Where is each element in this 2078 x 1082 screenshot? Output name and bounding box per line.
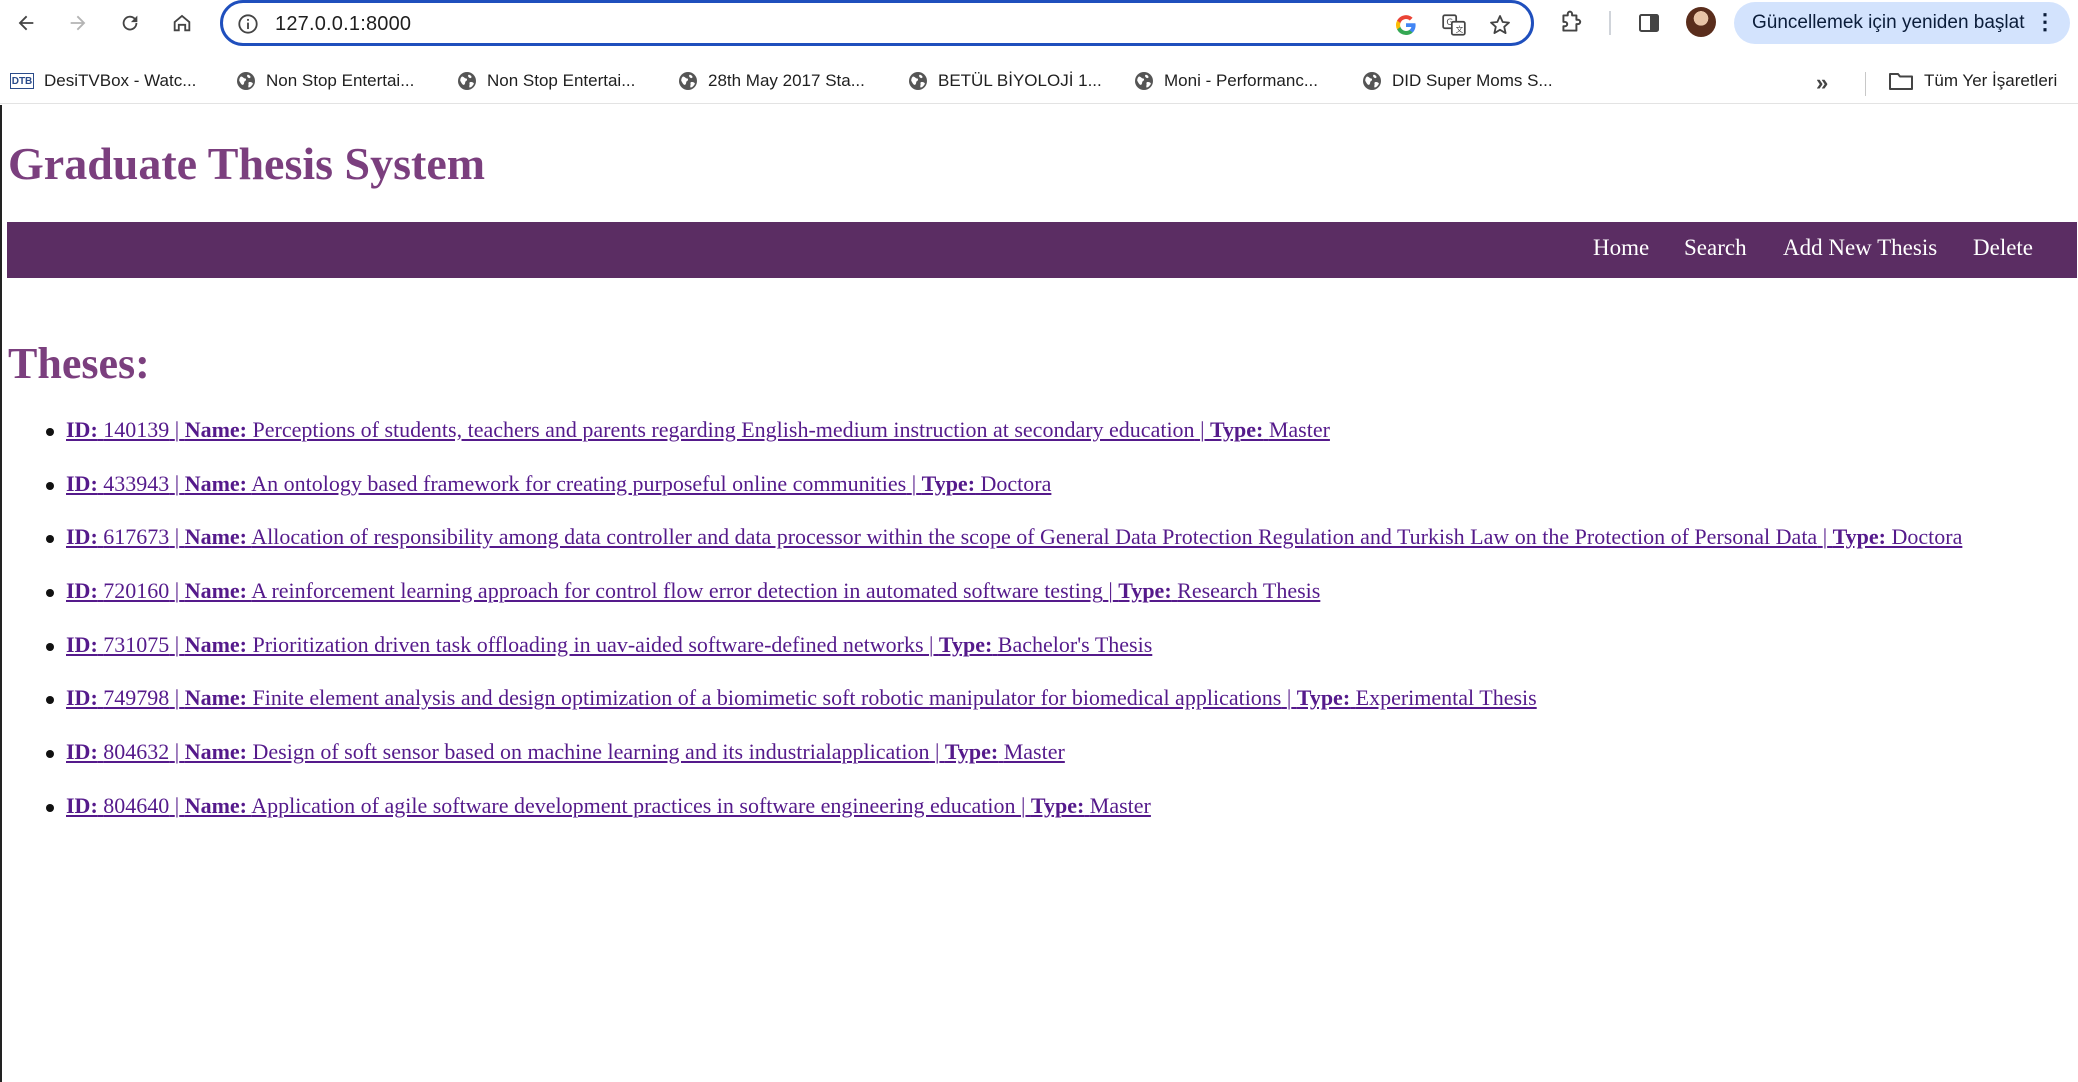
svg-text:文: 文 [1456,24,1464,34]
browser-toolbar: 127.0.0.1:8000 G 文 Güncellemek için yeni… [0,0,2078,46]
list-item: ID: 140139 | Name: Perceptions of studen… [2,417,2078,471]
thesis-link[interactable]: ID: 731075 | Name: Prioritization driven… [66,632,1152,657]
info-icon[interactable] [237,13,259,35]
bookmarks-overflow-button[interactable]: » [1816,70,1828,96]
forward-button[interactable] [60,5,96,41]
toolbar-divider [1609,11,1611,35]
nav-add-thesis-link[interactable]: Add New Thesis [1783,235,1937,261]
bookmark-item[interactable]: 28th May 2017 Sta... [678,68,865,94]
dtb-icon: DTB [10,73,34,89]
nav-search-link[interactable]: Search [1684,235,1747,261]
translate-icon[interactable]: G 文 [1441,12,1467,38]
thesis-link[interactable]: ID: 140139 | Name: Perceptions of studen… [66,417,1330,442]
bookmark-item[interactable]: Non Stop Entertai... [457,68,635,94]
globe-icon [1135,72,1153,90]
nav-home-link[interactable]: Home [1593,235,1649,261]
home-button[interactable] [164,5,200,41]
bookmarks-bar: DTB DesiTVBox - Watc... Non Stop Enterta… [0,60,2078,104]
star-icon[interactable] [1487,12,1513,38]
bookmark-label: DesiTVBox - Watc... [44,71,197,90]
back-button[interactable] [8,5,44,41]
avatar[interactable] [1686,7,1716,37]
home-icon [173,14,191,32]
list-item: ID: 804640 | Name: Application of agile … [2,793,2078,847]
main-navbar: Home Search Add New Thesis Delete [7,222,2077,278]
all-bookmarks-button[interactable]: Tüm Yer İşaretleri [1888,68,2057,94]
globe-icon [458,72,476,90]
list-item: ID: 804632 | Name: Design of soft sensor… [2,739,2078,793]
bookmark-item[interactable]: BETÜL BİYOLOJİ 1... [908,68,1102,94]
kebab-menu-icon[interactable]: ⋮ [2034,11,2056,33]
bookmark-item[interactable]: DTB DesiTVBox - Watc... [10,68,196,94]
globe-icon [1363,72,1381,90]
bookmarks-divider [1865,72,1866,96]
list-item: ID: 433943 | Name: An ontology based fra… [2,471,2078,525]
thesis-link[interactable]: ID: 804640 | Name: Application of agile … [66,793,1151,818]
nav-delete-link[interactable]: Delete [1973,235,2033,261]
theses-list: ID: 140139 | Name: Perceptions of studen… [2,417,2078,847]
site-title: Graduate Thesis System [8,138,486,189]
page-content: Graduate Thesis System Home Search Add N… [0,105,2078,1082]
arrow-right-icon [70,15,86,31]
all-bookmarks-label: Tüm Yer İşaretleri [1924,71,2058,90]
thesis-link[interactable]: ID: 433943 | Name: An ontology based fra… [66,471,1051,496]
list-item: ID: 731075 | Name: Prioritization driven… [2,632,2078,686]
bookmark-label: DID Super Moms S... [1392,71,1553,90]
bookmark-item[interactable]: Moni - Performanc... [1134,68,1318,94]
bookmark-label: Moni - Performanc... [1164,71,1318,90]
bookmark-item[interactable]: Non Stop Entertai... [236,68,414,94]
list-item: ID: 720160 | Name: A reinforcement learn… [2,578,2078,632]
list-item: ID: 749798 | Name: Finite element analys… [2,685,2078,739]
thesis-link[interactable]: ID: 617673 | Name: Allocation of respons… [66,524,1962,549]
google-icon[interactable] [1393,12,1419,38]
bookmark-label: BETÜL BİYOLOJİ 1... [938,71,1102,90]
bookmark-label: 28th May 2017 Sta... [708,71,865,90]
folder-icon [1889,73,1913,90]
reload-icon [122,15,138,31]
arrow-left-icon [18,15,34,31]
thesis-link[interactable]: ID: 720160 | Name: A reinforcement learn… [66,578,1320,603]
globe-icon [679,72,697,90]
list-item: ID: 617673 | Name: Allocation of respons… [2,524,2078,578]
update-restart-label: Güncellemek için yeniden başlat [1752,12,2025,33]
address-bar[interactable]: 127.0.0.1:8000 G 文 [220,0,1534,46]
puzzle-icon[interactable] [1556,8,1586,38]
update-restart-button[interactable]: Güncellemek için yeniden başlat ⋮ [1734,2,2070,44]
bookmark-label: Non Stop Entertai... [487,71,636,90]
globe-icon [237,72,255,90]
url-text[interactable]: 127.0.0.1:8000 [275,13,411,36]
thesis-link[interactable]: ID: 749798 | Name: Finite element analys… [66,685,1537,710]
thesis-link[interactable]: ID: 804632 | Name: Design of soft sensor… [66,739,1065,764]
svg-text:G: G [1446,18,1453,28]
bookmark-item[interactable]: DID Super Moms S... [1362,68,1553,94]
bookmark-label: Non Stop Entertai... [266,71,415,90]
reload-button[interactable] [112,5,148,41]
theses-heading: Theses: [8,339,150,388]
globe-icon [909,72,927,90]
side-panel-icon[interactable] [1634,8,1664,38]
